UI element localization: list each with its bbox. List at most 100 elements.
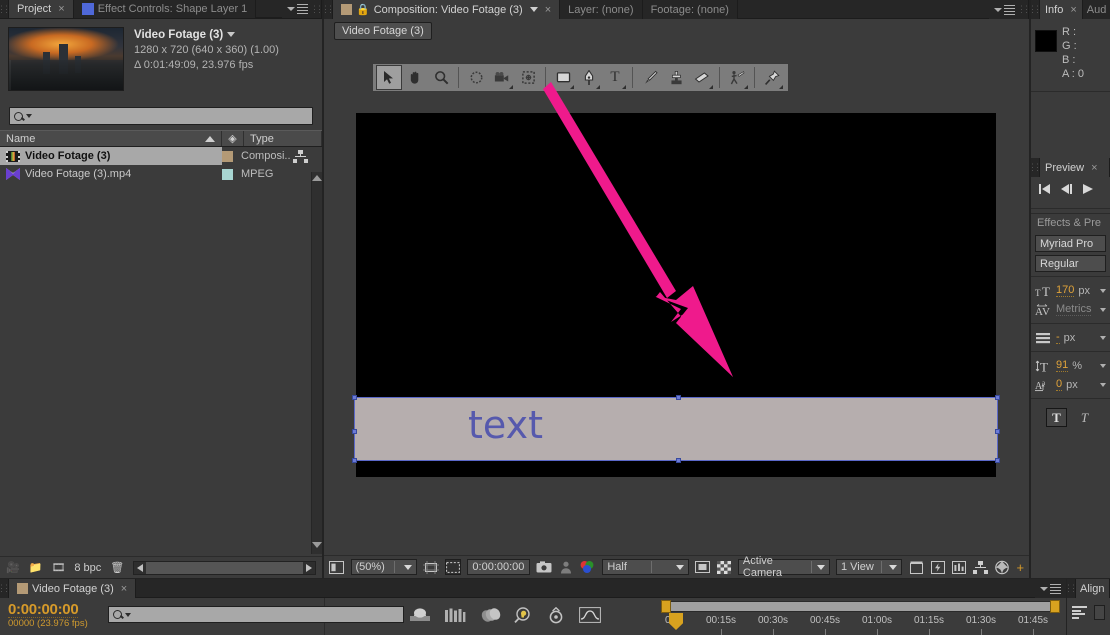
always-preview-this-view-icon[interactable] (329, 559, 345, 575)
resize-handle-mr[interactable] (995, 429, 1000, 434)
preview-time-field[interactable]: 0:00:00:00 (467, 559, 530, 575)
panel-grip-icon-right[interactable] (313, 0, 322, 18)
kerning-row[interactable]: AV Metrics (1031, 300, 1110, 319)
show-channel-icon[interactable] (579, 559, 596, 575)
hide-shy-layers-icon[interactable] (409, 607, 431, 626)
leading-row[interactable]: - px (1031, 328, 1110, 347)
resize-handle-br[interactable] (995, 458, 1000, 463)
pen-tool[interactable] (576, 65, 602, 90)
column-label-color[interactable]: ◈ (222, 131, 244, 146)
tab-timeline-comp[interactable]: Video Fotage (3) × (9, 579, 137, 598)
clone-stamp-tool[interactable] (663, 65, 689, 90)
chevron-down-icon[interactable] (1100, 307, 1106, 312)
panel-menu-icon[interactable] (1035, 579, 1066, 598)
toggle-transparency-grid-icon[interactable] (716, 559, 732, 575)
panel-grip-icon[interactable] (1067, 579, 1076, 598)
tab-preview[interactable]: Preview × (1040, 158, 1110, 177)
chevron-down-icon[interactable] (227, 32, 236, 38)
text-tool[interactable]: T (602, 65, 628, 90)
chevron-down-icon[interactable] (1100, 363, 1106, 368)
project-search-input[interactable] (9, 107, 313, 125)
frame-blending-icon[interactable] (479, 607, 501, 627)
timeline-ruler[interactable]: 0s 00:15s 00:30s 00:45s 01:00s 01:15s 01… (655, 598, 1066, 635)
align-center-icon[interactable] (1094, 605, 1105, 620)
camera-tool[interactable] (489, 65, 515, 90)
flowchart-icon[interactable] (292, 149, 308, 163)
play-button[interactable] (1082, 183, 1094, 198)
tab-composition[interactable]: 🔒 Composition: Video Fotage (3) × (333, 0, 561, 19)
exposure-reset-icon[interactable] (994, 559, 1010, 575)
chevron-down-icon[interactable] (529, 7, 538, 12)
chevron-down-icon[interactable] (1100, 382, 1106, 387)
close-icon[interactable]: × (1091, 162, 1097, 174)
motion-blur-icon[interactable] (444, 607, 466, 627)
font-family-field[interactable]: Myriad Pro (1035, 235, 1106, 252)
tab-footage[interactable]: Footage: (none) (642, 0, 738, 19)
chevron-down-icon[interactable] (125, 612, 131, 617)
resize-handle-tl[interactable] (352, 395, 357, 400)
table-row[interactable]: Video Fotage (3) Composi.. (0, 147, 322, 165)
hand-tool[interactable] (402, 65, 428, 90)
time-navigator-rail[interactable] (661, 601, 1060, 612)
vertical-scale-value[interactable]: 91 (1056, 359, 1069, 372)
panel-grip-icon[interactable] (1031, 0, 1040, 19)
close-icon[interactable]: × (58, 3, 64, 15)
resize-handle-bc[interactable] (676, 458, 681, 463)
project-vertical-scrollbar[interactable] (311, 172, 322, 554)
column-name[interactable]: Name (0, 131, 222, 146)
comp-flowchart-icon[interactable] (973, 559, 989, 575)
eraser-tool[interactable] (689, 65, 715, 90)
zoom-tool[interactable] (428, 65, 454, 90)
timeline-icon[interactable] (951, 559, 967, 575)
close-icon[interactable]: × (545, 4, 551, 16)
magnification-dropdown[interactable]: (50%) (350, 559, 417, 575)
panel-grip-icon[interactable] (0, 0, 9, 18)
tab-audio[interactable]: Aud (1082, 0, 1110, 19)
kerning-value[interactable]: Metrics (1056, 303, 1092, 316)
graph-editor-icon[interactable] (579, 607, 601, 626)
baseline-shift-row[interactable]: Aa 0 px (1031, 375, 1110, 394)
scrollbar-thumb[interactable] (146, 561, 303, 574)
faux-bold-button[interactable]: T (1046, 408, 1067, 427)
tab-info[interactable]: Info × (1040, 0, 1083, 19)
panel-grip-icon[interactable] (324, 0, 333, 19)
scroll-down-icon[interactable] (312, 542, 322, 548)
label-color-swatch[interactable] (222, 150, 233, 162)
lock-icon[interactable]: 🔒 (356, 3, 370, 16)
pan-behind-tool[interactable] (515, 65, 541, 90)
baseline-shift-value[interactable]: 0 (1056, 378, 1063, 391)
column-type[interactable]: Type (244, 131, 322, 146)
vertical-scale-row[interactable]: T 91 % (1031, 356, 1110, 375)
brush-tool[interactable] (637, 65, 663, 90)
camera-view-dropdown[interactable]: Active Camera (737, 555, 830, 579)
effects-presets-header[interactable]: Effects & Pre (1031, 213, 1110, 232)
time-navigator-end-handle[interactable] (1050, 600, 1060, 613)
resize-handle-ml[interactable] (352, 429, 357, 434)
close-icon[interactable]: × (1070, 4, 1076, 16)
text-layer-content[interactable]: text (468, 403, 543, 447)
resize-handle-tr[interactable] (995, 395, 1000, 400)
chevron-down-icon[interactable] (1100, 335, 1106, 340)
font-size-value[interactable]: 170 (1056, 284, 1075, 297)
new-folder-icon[interactable]: 📁 (29, 561, 43, 574)
panel-menu-icon[interactable] (282, 0, 313, 18)
toggle-mask-visibility-icon[interactable] (445, 559, 461, 575)
align-left-icon[interactable] (1072, 606, 1087, 619)
panel-menu-icon[interactable] (989, 0, 1020, 19)
project-horizontal-scrollbar[interactable] (133, 560, 316, 575)
current-time-display[interactable]: 0:00:00:00 (8, 602, 79, 618)
scroll-left-icon[interactable] (137, 563, 144, 572)
faux-italic-button[interactable]: T (1074, 408, 1095, 427)
new-footage-icon[interactable]: 🎞 (51, 561, 65, 574)
show-snapshot-icon[interactable] (558, 559, 574, 575)
breadcrumb[interactable]: Video Fotage (3) (334, 22, 432, 40)
chevron-down-icon[interactable] (26, 114, 32, 118)
resize-handle-tc[interactable] (676, 395, 681, 400)
font-style-field[interactable]: Regular (1035, 255, 1106, 272)
panel-grip-icon[interactable] (0, 579, 9, 598)
delete-icon[interactable]: 🗑 (110, 561, 124, 574)
first-frame-button[interactable] (1038, 183, 1051, 198)
composition-viewer[interactable]: text (352, 113, 1000, 477)
label-color-swatch[interactable] (222, 168, 233, 180)
exposure-value[interactable]: + (1016, 560, 1024, 575)
